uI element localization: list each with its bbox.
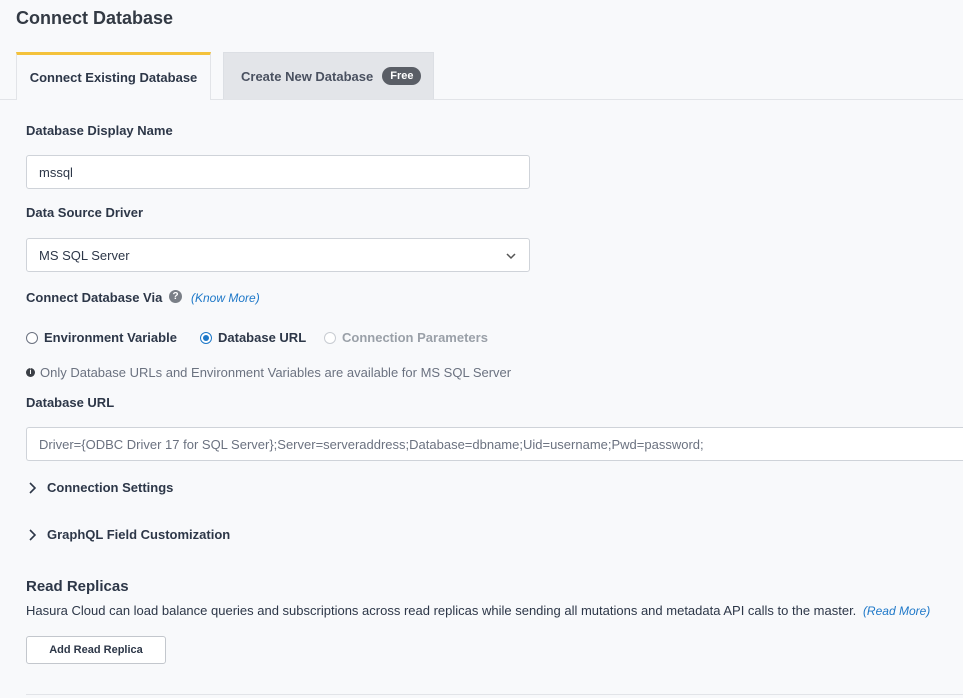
- radio-button-checked[interactable]: [200, 331, 212, 344]
- connection-settings-label: Connection Settings: [47, 480, 174, 495]
- info-text: Only Database URLs and Environment Varia…: [40, 365, 512, 380]
- display-name-label: Database Display Name: [26, 123, 173, 138]
- graphql-customization-label: GraphQL Field Customization: [47, 527, 231, 542]
- tab-create-new[interactable]: Create New Database Free: [223, 52, 434, 100]
- radio-label: Environment Variable: [44, 330, 177, 345]
- radio-button-disabled: [324, 331, 336, 344]
- radio-button[interactable]: [26, 331, 38, 344]
- database-url-placeholder: Driver={ODBC Driver 17 for SQL Server};S…: [39, 436, 704, 452]
- database-url-input[interactable]: Driver={ODBC Driver 17 for SQL Server};S…: [26, 427, 963, 461]
- graphql-customization-toggle[interactable]: GraphQL Field Customization: [28, 527, 230, 542]
- free-badge: Free: [382, 67, 422, 85]
- read-replicas-heading: Read Replicas: [26, 578, 129, 595]
- database-url-label: Database URL: [26, 395, 115, 410]
- read-more-link[interactable]: (Read More): [863, 604, 930, 618]
- info-circle-icon: i: [26, 368, 35, 377]
- tab-connect-existing-label: Connect Existing Database: [29, 70, 198, 85]
- driver-label: Data Source Driver: [26, 205, 144, 220]
- connect-via-label: Connect Database Via: [26, 290, 163, 305]
- info-note: i Only Database URLs and Environment Var…: [26, 365, 511, 380]
- display-name-input[interactable]: mssql: [26, 155, 530, 189]
- driver-select[interactable]: MS SQL Server: [26, 238, 530, 272]
- chevron-down-icon: [506, 253, 516, 260]
- chevron-right-icon: [29, 481, 36, 494]
- know-more-link[interactable]: (Know More): [191, 291, 260, 305]
- read-replicas-description: Hasura Cloud can load balance queries an…: [26, 603, 930, 618]
- page-title: Connect Database: [16, 8, 174, 28]
- radio-connection-parameters: Connection Parameters: [324, 330, 488, 345]
- driver-selected-value: MS SQL Server: [39, 247, 130, 263]
- radio-environment-variable[interactable]: Environment Variable: [26, 330, 177, 345]
- radio-label: Connection Parameters: [342, 330, 488, 345]
- radio-database-url[interactable]: Database URL: [200, 330, 306, 345]
- read-replicas-text: Hasura Cloud can load balance queries an…: [26, 603, 857, 618]
- connection-settings-toggle[interactable]: Connection Settings: [28, 480, 173, 495]
- add-read-replica-button[interactable]: Add Read Replica: [26, 636, 166, 664]
- radio-label: Database URL: [218, 330, 307, 345]
- tab-connect-existing[interactable]: Connect Existing Database: [16, 52, 211, 100]
- chevron-right-icon: [29, 528, 36, 541]
- tab-create-new-label: Create New Database: [241, 68, 374, 84]
- display-name-value: mssql: [39, 164, 73, 180]
- section-divider: [26, 694, 963, 695]
- question-circle-icon[interactable]: ?: [169, 290, 182, 303]
